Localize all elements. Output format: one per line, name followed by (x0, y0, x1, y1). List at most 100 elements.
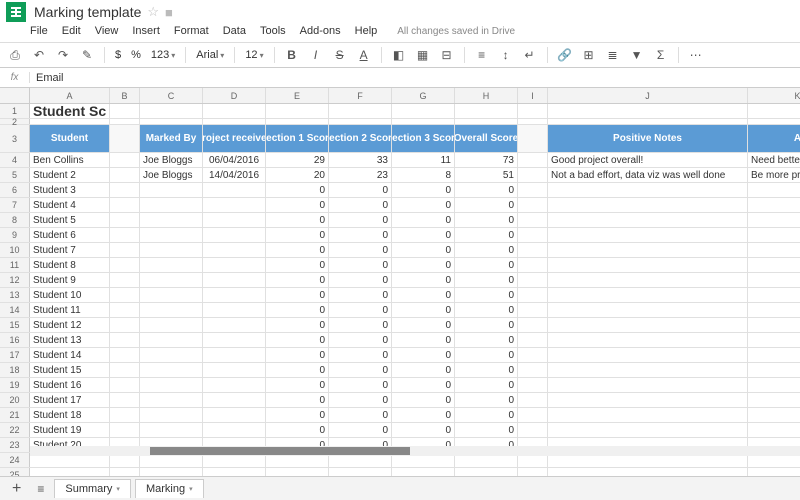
cell-marked[interactable] (140, 288, 203, 302)
cell[interactable] (266, 104, 329, 118)
cell-areas[interactable] (748, 183, 800, 197)
cell-student[interactable]: Student 9 (30, 273, 110, 287)
row-header[interactable]: 3 (0, 125, 30, 152)
cell-overall[interactable]: 0 (455, 423, 518, 437)
cell-areas[interactable] (748, 228, 800, 242)
cell-recv[interactable] (203, 198, 266, 212)
cell-overall[interactable]: 0 (455, 393, 518, 407)
cell-recv[interactable] (203, 243, 266, 257)
cell[interactable] (110, 348, 140, 362)
cell-areas[interactable] (748, 363, 800, 377)
cell-recv[interactable] (203, 423, 266, 437)
cell[interactable] (518, 363, 548, 377)
cell[interactable] (518, 303, 548, 317)
cell[interactable] (748, 119, 800, 124)
cell-s3[interactable]: 8 (392, 168, 455, 182)
cell-notes[interactable] (548, 288, 748, 302)
menu-insert[interactable]: Insert (132, 25, 160, 37)
menu-file[interactable]: File (30, 25, 48, 37)
cell-areas[interactable] (748, 273, 800, 287)
horizontal-scrollbar[interactable] (30, 446, 800, 456)
valign-icon[interactable]: ↕ (497, 46, 515, 64)
cell-overall[interactable]: 0 (455, 408, 518, 422)
row-header[interactable]: 1 (0, 104, 30, 118)
cell-areas[interactable]: Be more precise w (748, 168, 800, 182)
cell[interactable] (110, 408, 140, 422)
header-areas[interactable]: A (748, 125, 800, 152)
cell[interactable] (518, 228, 548, 242)
cell-s3[interactable]: 0 (392, 213, 455, 227)
cell-s2[interactable]: 0 (329, 183, 392, 197)
cell-student[interactable]: Ben Collins (30, 153, 110, 167)
cell[interactable] (110, 198, 140, 212)
cell-s1[interactable]: 0 (266, 423, 329, 437)
row-header[interactable]: 22 (0, 423, 30, 437)
cell[interactable] (748, 104, 800, 118)
select-all-corner[interactable] (0, 88, 30, 103)
header-notes[interactable]: Positive Notes (548, 125, 748, 152)
cell-student[interactable]: Student 5 (30, 213, 110, 227)
cell[interactable] (518, 213, 548, 227)
row-header[interactable]: 19 (0, 378, 30, 392)
row-header[interactable]: 24 (0, 453, 30, 467)
cell-s3[interactable]: 0 (392, 423, 455, 437)
cell[interactable] (110, 153, 140, 167)
cell[interactable] (110, 104, 140, 118)
cell-overall[interactable]: 0 (455, 333, 518, 347)
cell-s2[interactable]: 0 (329, 318, 392, 332)
row-header[interactable]: 8 (0, 213, 30, 227)
cell-marked[interactable] (140, 243, 203, 257)
cell-student[interactable]: Student 16 (30, 378, 110, 392)
cell[interactable] (518, 423, 548, 437)
fx-input[interactable]: Email (30, 72, 64, 84)
cell-marked[interactable] (140, 273, 203, 287)
cell-s1[interactable]: 0 (266, 348, 329, 362)
row-header[interactable]: 14 (0, 303, 30, 317)
functions-icon[interactable]: Σ (652, 46, 670, 64)
add-sheet-button[interactable]: + (6, 480, 27, 498)
col-header[interactable]: G (392, 88, 455, 103)
cell-areas[interactable] (748, 333, 800, 347)
cell-marked[interactable] (140, 318, 203, 332)
cell-student[interactable]: Student 19 (30, 423, 110, 437)
col-header[interactable]: A (30, 88, 110, 103)
cell[interactable] (518, 258, 548, 272)
cell-s2[interactable]: 0 (329, 363, 392, 377)
cell-student[interactable]: Student 6 (30, 228, 110, 242)
cell-s1[interactable]: 0 (266, 318, 329, 332)
cell-notes[interactable] (548, 303, 748, 317)
cell-notes[interactable] (548, 393, 748, 407)
chart-icon[interactable]: ≣ (604, 46, 622, 64)
cell[interactable] (518, 378, 548, 392)
cell-s1[interactable]: 20 (266, 168, 329, 182)
cell-notes[interactable] (548, 243, 748, 257)
cell[interactable] (140, 119, 203, 124)
row-header[interactable]: 13 (0, 288, 30, 302)
row-header[interactable]: 9 (0, 228, 30, 242)
cell-overall[interactable]: 0 (455, 303, 518, 317)
cell-marked[interactable] (140, 333, 203, 347)
cell-s2[interactable]: 0 (329, 378, 392, 392)
cell-recv[interactable] (203, 318, 266, 332)
cell-marked[interactable] (140, 183, 203, 197)
cell-recv[interactable] (203, 348, 266, 362)
cell-student[interactable]: Student 14 (30, 348, 110, 362)
cell-overall[interactable]: 0 (455, 378, 518, 392)
cell-recv[interactable]: 14/04/2016 (203, 168, 266, 182)
cell[interactable] (110, 378, 140, 392)
cell-s1[interactable]: 0 (266, 378, 329, 392)
menu-format[interactable]: Format (174, 25, 209, 37)
cell-notes[interactable] (548, 273, 748, 287)
cell[interactable] (110, 213, 140, 227)
row-header[interactable]: 15 (0, 318, 30, 332)
cell-s2[interactable]: 0 (329, 423, 392, 437)
cell-recv[interactable] (203, 363, 266, 377)
cell-s1[interactable]: 0 (266, 393, 329, 407)
paint-icon[interactable]: ✎ (78, 46, 96, 64)
undo-icon[interactable]: ↶ (30, 46, 48, 64)
cell[interactable] (110, 258, 140, 272)
print-icon[interactable]: ⎙ (6, 46, 24, 64)
menu-addons[interactable]: Add-ons (300, 25, 341, 37)
cell-overall[interactable]: 0 (455, 363, 518, 377)
cell-areas[interactable] (748, 303, 800, 317)
